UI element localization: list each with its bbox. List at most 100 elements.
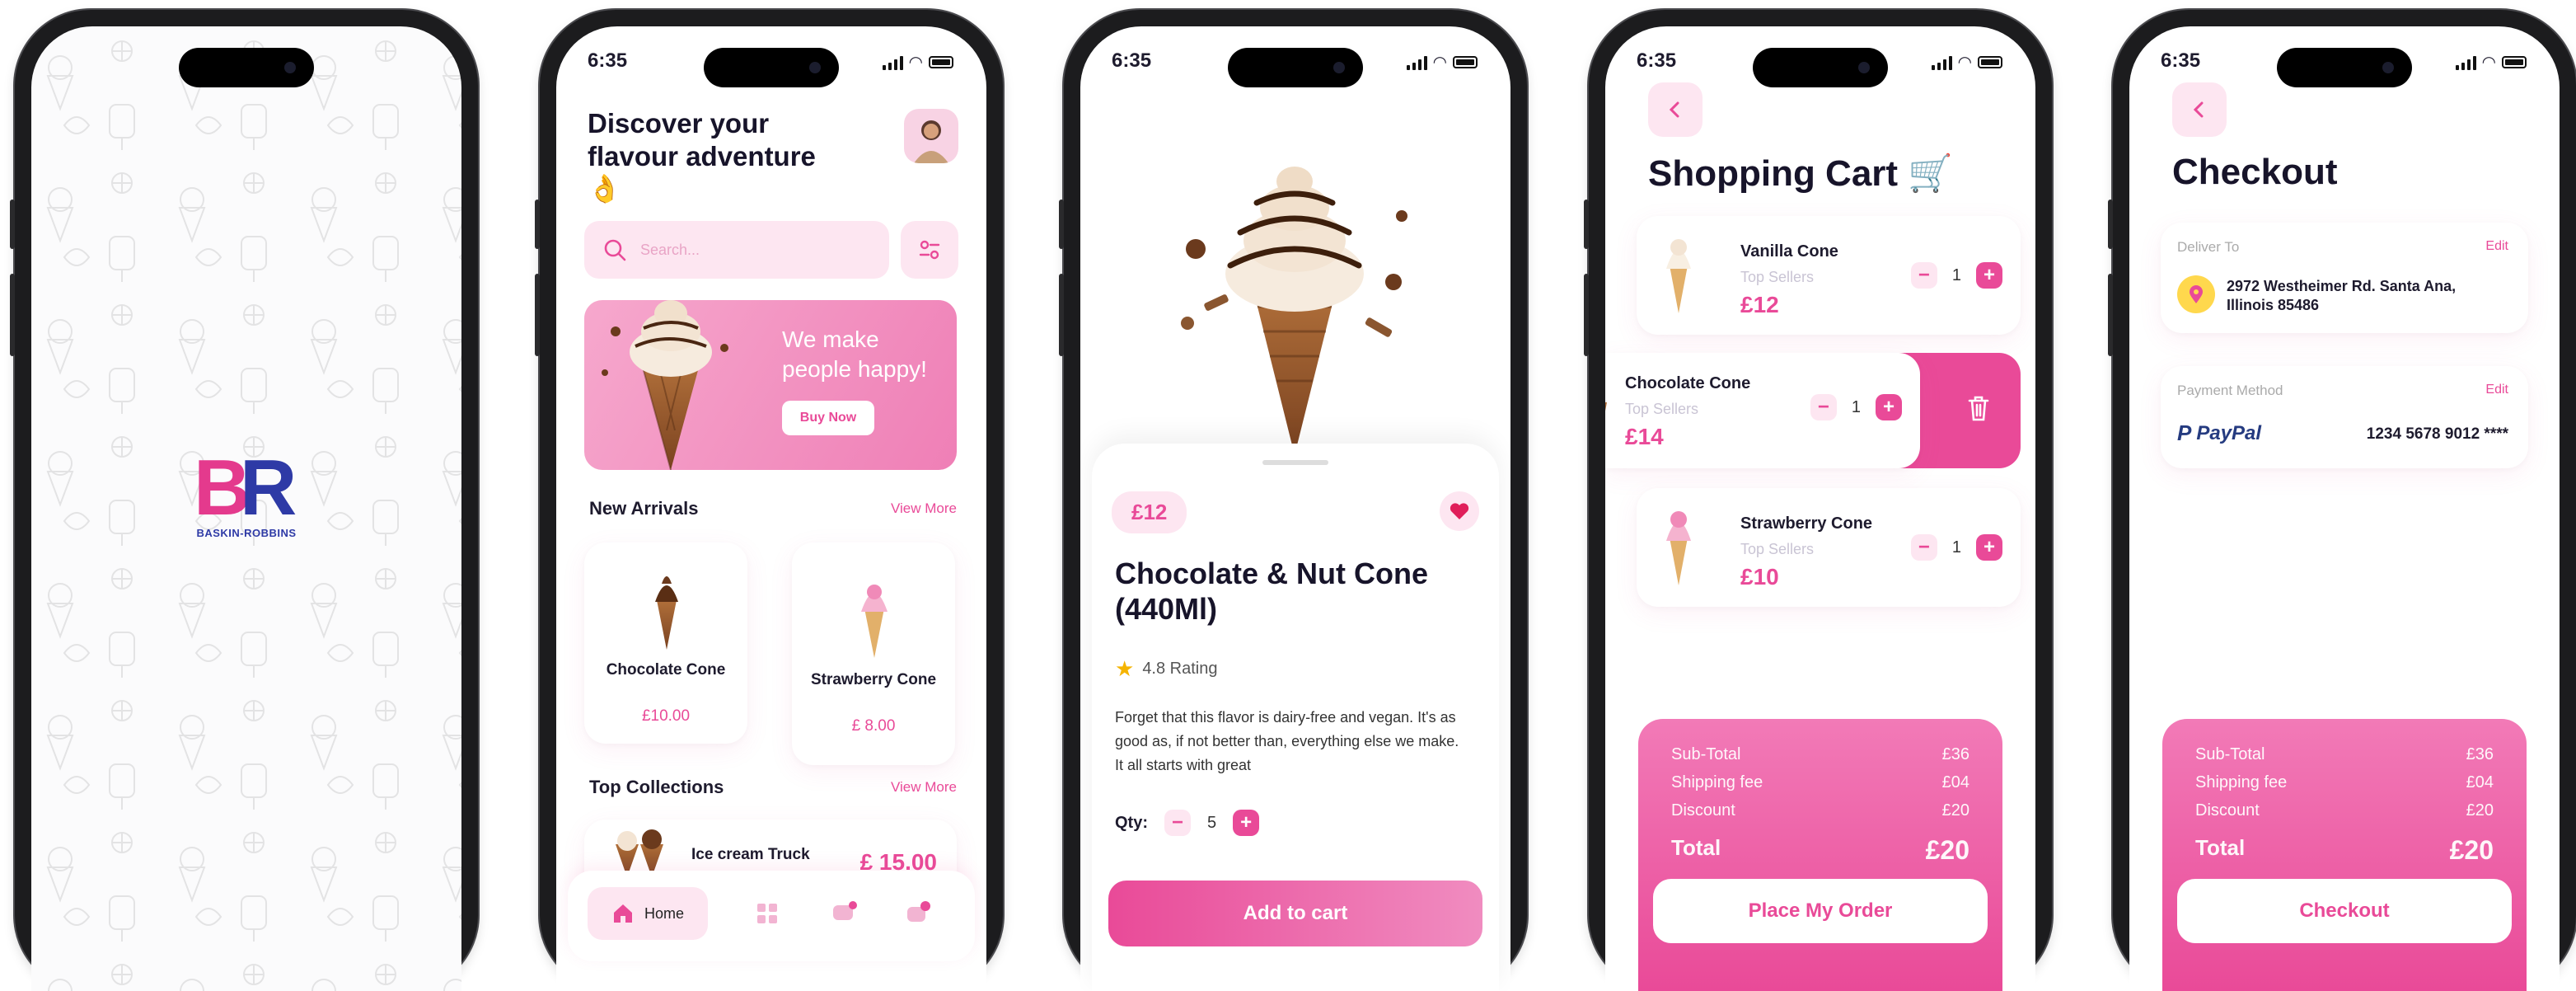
side-button <box>1059 274 1064 356</box>
banner-headline: We make people happy! <box>782 326 927 383</box>
checkout-screen: 6:35 ◠ Checkout Deliver To Edit 2972 Wes… <box>2129 26 2560 991</box>
item-name: Chocolate Cone <box>1625 374 1751 392</box>
qty-row: Qty: − 5 + <box>1115 810 1260 836</box>
qty-decrease-button[interactable]: − <box>1164 810 1191 836</box>
qty-increase-button[interactable]: + <box>1976 262 2002 289</box>
product-price: £ 8.00 <box>851 717 896 735</box>
product-card[interactable]: Chocolate Cone £10.00 <box>584 542 747 744</box>
edit-payment-link[interactable]: Edit <box>2485 383 2508 397</box>
qty-decrease-button[interactable]: − <box>1910 534 1937 561</box>
signal-icon <box>1931 55 1952 70</box>
cart-item[interactable]: Chocolate Cone Top Sellers £14 − 1 + <box>1605 353 1920 468</box>
order-summary: Sub-Total £36 Shipping fee £04 Discount £20… <box>1638 719 2002 991</box>
location-icon <box>2177 275 2215 313</box>
delete-button[interactable] <box>1966 394 1991 426</box>
total-value: £20 <box>1925 835 1969 865</box>
dynamic-island <box>2277 48 2412 87</box>
heart-icon <box>1450 503 1469 519</box>
home-screen: 6:35 ◠ Discover your flavour adventure 👌… <box>556 26 986 991</box>
qty-value: 1 <box>1951 538 1961 557</box>
dynamic-island <box>179 48 314 87</box>
item-name: Strawberry Cone <box>1740 514 1873 533</box>
cart-item[interactable]: Vanilla Cone Top Sellers £12 − 1 + <box>1637 216 2021 335</box>
promo-banner[interactable]: We make people happy! Buy Now <box>584 300 957 470</box>
chat-icon[interactable] <box>831 900 859 927</box>
cart-icon: 🛒 <box>1908 153 1954 194</box>
filter-button[interactable] <box>901 221 958 279</box>
strawberry-cone-image <box>861 585 888 658</box>
subtotal-value: £36 <box>1941 745 1969 763</box>
vanilla-cone-image <box>1666 239 1691 313</box>
item-qty: − 1 + <box>1910 262 2002 289</box>
discount-label: Discount <box>1671 801 1735 820</box>
new-arrivals-title: New Arrivals <box>589 498 699 519</box>
wifi-icon: ◠ <box>1958 54 1971 72</box>
signal-icon <box>882 55 903 70</box>
dynamic-island <box>704 48 839 87</box>
qty-decrease-button[interactable]: − <box>1910 262 1937 289</box>
product-screen: 6:35 ◠ £12 Chocolate & Nut Cone (440Ml) … <box>1080 26 1510 991</box>
delivery-address: 2972 Westheimer Rd. Santa Ana, Illinois … <box>2227 278 2457 313</box>
battery-icon <box>1453 56 1478 68</box>
grid-icon[interactable] <box>756 902 779 925</box>
place-order-button[interactable]: Place My Order <box>1653 879 1988 943</box>
product-details-sheet: £12 Chocolate & Nut Cone (440Ml) ★ 4.8 R… <box>1092 444 1499 991</box>
drag-handle[interactable] <box>1262 460 1328 465</box>
status-time: 6:35 <box>2161 49 2201 72</box>
qty-increase-button[interactable]: + <box>1976 534 2002 561</box>
product-title: Chocolate & Nut Cone (440Ml) <box>1115 557 1429 627</box>
edit-address-link[interactable]: Edit <box>2485 239 2508 254</box>
top-collections-title: Top Collections <box>589 777 724 797</box>
page-title: Checkout <box>2172 152 2338 192</box>
side-button <box>2108 200 2113 249</box>
add-to-cart-button[interactable]: Add to cart <box>1108 881 1482 946</box>
chevron-left-icon <box>2193 101 2204 118</box>
item-tag: Top Sellers <box>1625 401 1699 417</box>
total-label: Total <box>2195 835 2246 860</box>
status-time: 6:35 <box>588 49 628 72</box>
page-title: Shopping Cart 🛒 <box>1648 153 1954 194</box>
nav-home[interactable]: Home <box>588 887 708 940</box>
avatar[interactable] <box>904 109 958 163</box>
side-button <box>1584 200 1589 249</box>
search-field[interactable]: Search... <box>584 221 889 279</box>
side-button <box>10 200 15 249</box>
cart-item-swiped[interactable]: Chocolate Cone Top Sellers £14 − 1 + <box>1605 353 2021 468</box>
wifi-icon: ◠ <box>2482 54 2495 72</box>
phone-product: 6:35 ◠ £12 Chocolate & Nut Cone (440Ml) … <box>1059 10 1527 991</box>
product-description: Forget that this flavor is dairy-free an… <box>1115 709 1459 773</box>
qty-increase-button[interactable]: + <box>1233 810 1260 836</box>
qty-value: 1 <box>1851 397 1861 416</box>
qty-increase-button[interactable]: + <box>1876 394 1902 420</box>
search-icon <box>604 239 626 261</box>
nav-home-label: Home <box>644 904 684 922</box>
subtotal-value: £36 <box>2466 745 2494 763</box>
phone-home: 6:35 ◠ Discover your flavour adventure 👌… <box>535 10 1003 991</box>
back-button[interactable] <box>2172 82 2227 137</box>
favorite-button[interactable] <box>1440 491 1479 531</box>
shipping-label: Shipping fee <box>1671 773 1763 791</box>
back-button[interactable] <box>1648 82 1703 137</box>
item-qty: − 1 + <box>1910 534 2002 561</box>
paypal-logo: P PayPal <box>2177 420 2262 445</box>
signal-icon <box>2455 55 2476 70</box>
side-button <box>1059 200 1064 249</box>
total-value: £20 <box>2449 835 2494 865</box>
top-collections-view-more[interactable]: View More <box>891 779 957 796</box>
buy-now-button[interactable]: Buy Now <box>782 401 874 435</box>
notification-icon[interactable] <box>906 900 934 927</box>
phone-splash: B R BASKIN-ROBBINS <box>10 10 478 991</box>
qty-label: Qty: <box>1115 813 1148 832</box>
order-summary: Sub-Total £36 Shipping fee £04 Discount £20… <box>2162 719 2527 991</box>
chevron-left-icon <box>1669 101 1679 118</box>
battery-icon <box>2502 56 2527 68</box>
checkout-button[interactable]: Checkout <box>2177 879 2512 943</box>
cart-item[interactable]: Strawberry Cone Top Sellers £10 − 1 + <box>1637 488 2021 607</box>
product-name: Strawberry Cone <box>810 671 937 688</box>
new-arrivals-view-more[interactable]: View More <box>891 500 957 517</box>
product-card[interactable]: Strawberry Cone £ 8.00 <box>792 542 955 765</box>
wifi-icon: ◠ <box>909 54 922 72</box>
delivery-card: Deliver To Edit 2972 Westheimer Rd. Sant… <box>2161 223 2528 333</box>
qty-decrease-button[interactable]: − <box>1810 394 1837 420</box>
strawberry-cone-image <box>1666 511 1691 585</box>
